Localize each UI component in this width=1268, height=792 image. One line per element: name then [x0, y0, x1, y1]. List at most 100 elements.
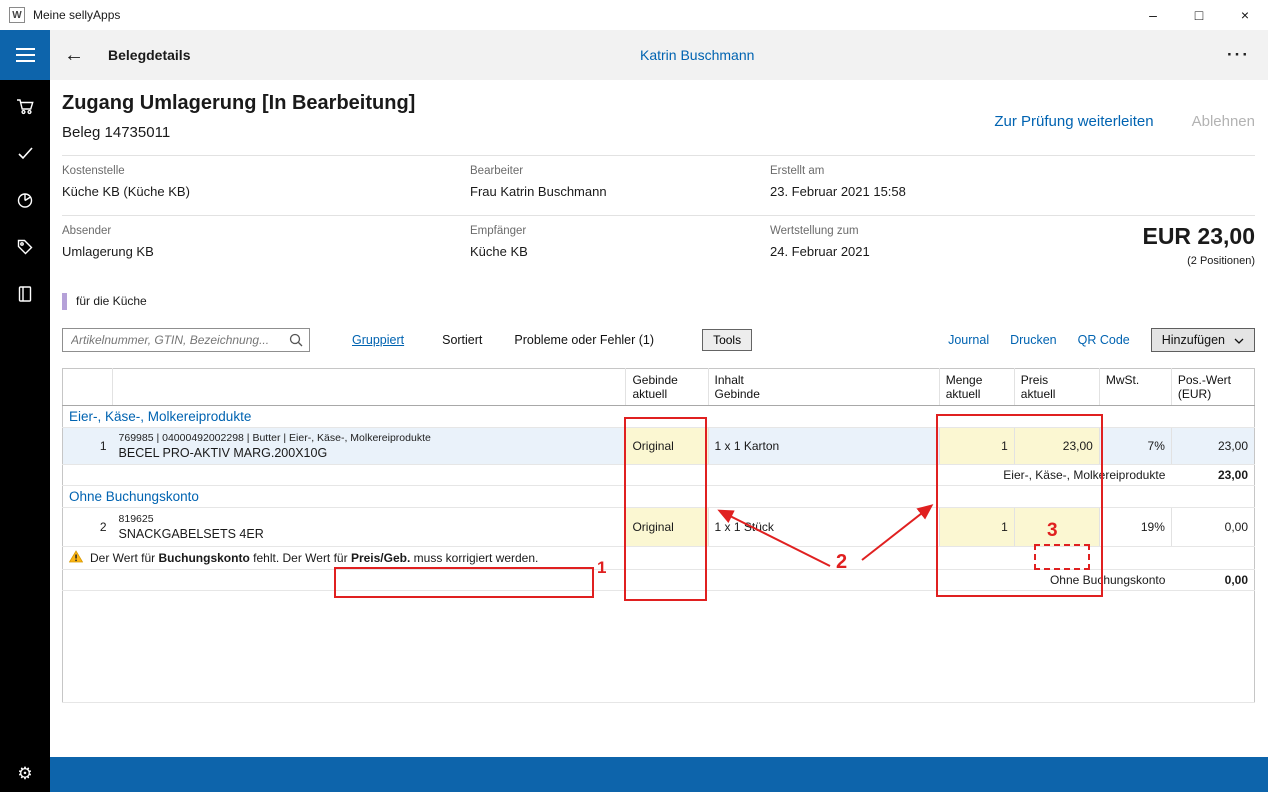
- window-title: Meine sellyApps: [33, 8, 120, 22]
- more-options-icon[interactable]: ···: [1227, 45, 1250, 65]
- cell-preis-aktuell[interactable]: 23,00: [1014, 428, 1099, 465]
- absender-label: Absender: [62, 225, 470, 237]
- page-header: ← Belegdetails Katrin Buschmann ···: [50, 30, 1268, 80]
- erstellt-am-label: Erstellt am: [770, 165, 1255, 177]
- journal-link[interactable]: Journal: [948, 333, 989, 347]
- header-gebinde: Gebinde aktuell: [626, 369, 708, 406]
- table-empty-area: [63, 591, 1255, 703]
- window-controls: – □ ×: [1130, 0, 1268, 30]
- print-link[interactable]: Drucken: [1010, 333, 1057, 347]
- total-positions: (2 Positionen): [1142, 255, 1255, 267]
- header-wert: Pos.-Wert (EUR): [1171, 369, 1254, 406]
- forward-for-review-button[interactable]: Zur Prüfung weiterleiten: [994, 113, 1153, 130]
- subtotal-label: Ohne Buchungskonto: [63, 570, 1172, 591]
- cell-gebinde-aktuell[interactable]: Original: [626, 428, 708, 465]
- add-button[interactable]: Hinzufügen: [1151, 328, 1255, 352]
- bottom-bar: [50, 757, 1268, 792]
- hamburger-menu-button[interactable]: [0, 30, 50, 80]
- tag-icon[interactable]: [15, 237, 35, 257]
- maximize-button[interactable]: □: [1176, 0, 1222, 30]
- cell-menge-aktuell[interactable]: 1: [939, 428, 1014, 465]
- subtotal-value: 0,00: [1171, 570, 1254, 591]
- item-meta: 769985 | 04000492002298 | Butter | Eier-…: [119, 432, 620, 444]
- table-header-row: Gebinde aktuell Inhalt Gebinde Menge akt…: [63, 369, 1255, 406]
- cell-inhalt-gebinde: 1 x 1 Stück: [708, 508, 939, 547]
- info-row-1: Kostenstelle Küche KB (Küche KB) Bearbei…: [62, 155, 1255, 215]
- table-row-2[interactable]: 2 819625 SNACKGABELSETS 4ER Original 1 x…: [63, 508, 1255, 547]
- qr-code-link[interactable]: QR Code: [1078, 333, 1130, 347]
- item-name: SNACKGABELSETS 4ER: [119, 527, 620, 541]
- close-button[interactable]: ×: [1222, 0, 1268, 30]
- total-box: EUR 23,00 (2 Positionen): [1142, 223, 1255, 267]
- group-header-1[interactable]: Eier-, Käse-, Molkereiprodukte: [63, 406, 1255, 428]
- cell-gebinde-aktuell[interactable]: Original: [626, 508, 708, 547]
- reject-button[interactable]: Ablehnen: [1192, 113, 1255, 130]
- gear-icon[interactable]: ⚙: [0, 764, 50, 784]
- cell-preis-aktuell[interactable]: [1014, 508, 1099, 547]
- header-inhalt: Inhalt Gebinde: [708, 369, 939, 406]
- cell-menge-aktuell[interactable]: 1: [939, 508, 1014, 547]
- cell-pos-wert: 23,00: [1171, 428, 1254, 465]
- document-title: Zugang Umlagerung [In Bearbeitung]: [62, 92, 1255, 115]
- chevron-down-icon: [1234, 333, 1244, 347]
- minimize-button[interactable]: –: [1130, 0, 1176, 30]
- warning-row: Der Wert für Buchungskonto fehlt. Der We…: [63, 547, 1255, 570]
- header-description: [113, 369, 626, 406]
- cell-mwst: 7%: [1099, 428, 1171, 465]
- cell-description: 819625 SNACKGABELSETS 4ER: [113, 508, 626, 547]
- cell-pos-wert: 0,00: [1171, 508, 1254, 547]
- subtotal-row-1: Eier-, Käse-, Molkereiprodukte 23,00: [63, 465, 1255, 486]
- main-content: Zugang Umlagerung [In Bearbeitung] Beleg…: [50, 80, 1268, 757]
- absender-value: Umlagerung KB: [62, 244, 470, 259]
- bearbeiter-value: Frau Katrin Buschmann: [470, 184, 770, 199]
- header-pos: [63, 369, 113, 406]
- sidebar: ⚙: [0, 30, 50, 792]
- search-box: [62, 328, 310, 352]
- subtotal-row-2: Ohne Buchungskonto 0,00: [63, 570, 1255, 591]
- tools-button[interactable]: Tools: [702, 329, 752, 351]
- erstellt-am-value: 23. Februar 2021 15:58: [770, 184, 1255, 199]
- cell-description: 769985 | 04000492002298 | Butter | Eier-…: [113, 428, 626, 465]
- app-icon: W: [9, 7, 25, 23]
- header-menge: Menge aktuell: [939, 369, 1014, 406]
- subtotal-label: Eier-, Käse-, Molkereiprodukte: [63, 465, 1172, 486]
- page-title: Belegdetails: [108, 47, 190, 63]
- search-input[interactable]: [63, 333, 289, 347]
- warning-icon: [69, 550, 83, 566]
- item-name: BECEL PRO-AKTIV MARG.200X10G: [119, 446, 620, 460]
- warning-text: Der Wert für Buchungskonto fehlt. Der We…: [90, 551, 538, 565]
- back-button[interactable]: ←: [64, 45, 84, 65]
- document-header: Zugang Umlagerung [In Bearbeitung] Beleg…: [62, 80, 1255, 141]
- problems-link[interactable]: Probleme oder Fehler (1): [514, 333, 654, 347]
- book-icon[interactable]: [15, 284, 35, 304]
- subtotal-value: 23,00: [1171, 465, 1254, 486]
- sorted-link[interactable]: Sortiert: [442, 333, 482, 347]
- pie-chart-icon[interactable]: [15, 190, 35, 210]
- group-header-2[interactable]: Ohne Buchungskonto: [63, 486, 1255, 508]
- kostenstelle-value: Küche KB (Küche KB): [62, 184, 470, 199]
- cell-inhalt-gebinde: 1 x 1 Karton: [708, 428, 939, 465]
- search-icon[interactable]: [289, 333, 303, 347]
- table-row-1[interactable]: 1 769985 | 04000492002298 | Butter | Eie…: [63, 428, 1255, 465]
- empfaenger-label: Empfänger: [470, 225, 770, 237]
- checkmark-icon[interactable]: [15, 143, 35, 163]
- empfaenger-value: Küche KB: [470, 244, 770, 259]
- item-meta: 819625: [119, 513, 620, 525]
- kostenstelle-label: Kostenstelle: [62, 165, 470, 177]
- hamburger-icon: [16, 48, 35, 50]
- cell-pos: 1: [63, 428, 113, 465]
- titlebar: W Meine sellyApps – □ ×: [0, 0, 1268, 30]
- cell-mwst: 19%: [1099, 508, 1171, 547]
- total-amount: EUR 23,00: [1142, 223, 1255, 250]
- cart-icon[interactable]: [15, 96, 35, 116]
- bearbeiter-label: Bearbeiter: [470, 165, 770, 177]
- positions-table: Gebinde aktuell Inhalt Gebinde Menge akt…: [62, 368, 1255, 703]
- info-row-2: Absender Umlagerung KB Empfänger Küche K…: [62, 215, 1255, 275]
- header-preis: Preis aktuell: [1014, 369, 1099, 406]
- toolbar: Gruppiert Sortiert Probleme oder Fehler …: [62, 327, 1255, 353]
- document-note: für die Küche: [62, 293, 1255, 310]
- cell-pos: 2: [63, 508, 113, 547]
- grouped-link[interactable]: Gruppiert: [352, 333, 404, 347]
- header-mwst: MwSt.: [1099, 369, 1171, 406]
- user-name-link[interactable]: Katrin Buschmann: [640, 47, 754, 63]
